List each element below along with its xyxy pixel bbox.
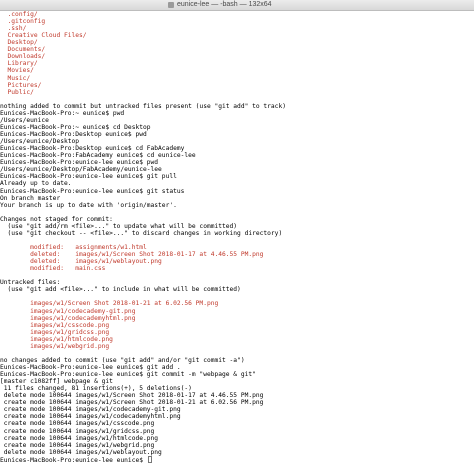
terminal-line-text: .ssh/ (0, 25, 27, 33)
terminal-output[interactable]: .config/ .gitconfig .ssh/ Creative Cloud… (0, 11, 474, 475)
terminal-line-text: images/w1/gridcss.png (0, 328, 110, 336)
terminal-line-text: Desktop/ (0, 39, 38, 47)
terminal-line-text: Already up to date. (0, 180, 72, 188)
terminal-line-text: /Users/eunice (0, 116, 49, 124)
folder-icon (168, 2, 174, 8)
terminal-line-text: .config/ (0, 11, 38, 18)
terminal-line-text: Pictures/ (0, 81, 42, 89)
terminal-line-text: Eunices-MacBook-Pro:eunice-lee eunice$ g… (0, 173, 177, 181)
terminal-line-text: Library/ (0, 60, 38, 68)
terminal-line-text: 11 files changed, 81 insertions(+), 5 de… (0, 385, 192, 393)
terminal-line-text: Downloads/ (0, 53, 46, 61)
terminal-line-text: (use "git add/rm <file>..." to update wh… (0, 222, 238, 230)
terminal-line-text: Changes not staged for commit: (0, 215, 113, 223)
terminal-line-text: Eunices-MacBook-Pro:~ eunice$ cd Desktop (0, 123, 151, 131)
terminal-line-text: images/w1/htmlcode.png (0, 335, 113, 343)
terminal-line-text: nothing added to commit but untracked fi… (0, 102, 286, 110)
terminal-line-text: /Users/eunice/Desktop/FabAcademy/eunice-… (0, 166, 162, 174)
terminal-line-text: (use "git add <file>..." to include in w… (0, 286, 241, 294)
terminal-line-text: Your branch is up to date with 'origin/m… (0, 201, 177, 209)
terminal-line-text: Movies/ (0, 67, 34, 75)
terminal-line-text: Eunices-MacBook-Pro:eunice-lee eunice$ g… (0, 371, 256, 379)
terminal-line: Eunices-MacBook-Pro:eunice-lee eunice$ (0, 455, 152, 464)
terminal-line: (use "git add <file>..." to include in w… (0, 286, 241, 294)
terminal-line-text: create mode 100644 images/w1/csscode.png (0, 420, 155, 428)
terminal-line-text: On branch master (0, 194, 61, 202)
terminal-line-text: images/w1/Screen Shot 2018-01-21 at 6.02… (0, 300, 219, 308)
terminal-line-text: .gitconfig (0, 18, 46, 26)
terminal-line-text: Eunices-MacBook-Pro:~ eunice$ pwd (0, 109, 125, 117)
terminal-line-text: (use "git checkout -- <file>..." to disc… (0, 229, 283, 237)
terminal-line-text: create mode 100644 images/w1/webgrid.png (0, 441, 155, 449)
terminal-line: Public/ (0, 89, 34, 97)
terminal-line-text: modified: main.css (0, 265, 106, 273)
text-cursor[interactable] (147, 455, 152, 463)
terminal-line-text: /Users/eunice/Desktop (0, 138, 80, 146)
terminal-line-text: Eunices-MacBook-Pro:eunice-lee eunice$ g… (0, 364, 181, 371)
terminal-line-text: Eunices-MacBook-Pro:FabAcademy eunice$ c… (0, 152, 196, 160)
terminal-line: (use "git checkout -- <file>..." to disc… (0, 229, 283, 238)
window-title: eunice-lee — -bash — 132x64 (177, 1, 272, 8)
terminal-line-text: images/w1/codecademyhtml.png (0, 314, 136, 322)
terminal-line-text: Eunices-MacBook-Pro:Desktop eunice$ pwd (0, 131, 147, 139)
terminal-line-text: Documents/ (0, 46, 46, 54)
terminal-line-text: create mode 100644 images/w1/codecademyh… (0, 413, 181, 421)
terminal-line-text: Creative Cloud Files/ (0, 32, 87, 40)
terminal-line-text: images/w1/csscode.png (0, 321, 110, 329)
terminal-line-text: create mode 100644 images/w1/gridcss.png (0, 427, 155, 435)
terminal-line-text: delete mode 100644 images/w1/Screen Shot… (0, 392, 264, 400)
terminal-line: images/w1/webgrid.png (0, 343, 109, 351)
terminal-line: modified: main.css (0, 265, 105, 273)
terminal-line-text: modified: assignments/w1.html (0, 243, 147, 251)
terminal-line-text: Eunices-MacBook-Pro:Desktop eunice$ cd F… (0, 145, 185, 153)
terminal-line-text: images/w1/codecademy-git.png (0, 307, 136, 315)
terminal-line-text: Music/ (0, 74, 31, 82)
window-titlebar[interactable]: eunice-lee — -bash — 132x64 (0, 0, 474, 11)
terminal-line-text: Eunices-MacBook-Pro:eunice-lee eunice$ (0, 456, 147, 464)
terminal-line-text: [master c1082ff] webpage & git (0, 378, 113, 386)
terminal-line-text: Eunices-MacBook-Pro:eunice-lee eunice$ g… (0, 187, 185, 195)
terminal-line-text: Eunices-MacBook-Pro:eunice-lee eunice$ p… (0, 159, 159, 167)
terminal-line-text: delete mode 100644 images/w1/weblayout.p… (0, 448, 162, 456)
terminal-line-text: create mode 100644 images/w1/htmlcode.pn… (0, 434, 159, 442)
terminal-line-text: create mode 100644 images/w1/codecademy-… (0, 406, 181, 414)
terminal-line-text: Public/ (0, 88, 34, 96)
terminal-line-text: images/w1/webgrid.png (0, 342, 110, 350)
terminal-line-text: deleted: images/w1/Screen Shot 2018-01-1… (0, 251, 264, 259)
terminal-line-text: no changes added to commit (use "git add… (0, 356, 245, 364)
terminal-line-text: Untracked files: (0, 279, 61, 287)
terminal-line: Your branch is up to date with 'origin/m… (0, 202, 177, 210)
terminal-line-text: deleted: images/w1/weblayout.png (0, 258, 162, 266)
terminal-line-text: create mode 100644 images/w1/Screen Shot… (0, 399, 264, 407)
